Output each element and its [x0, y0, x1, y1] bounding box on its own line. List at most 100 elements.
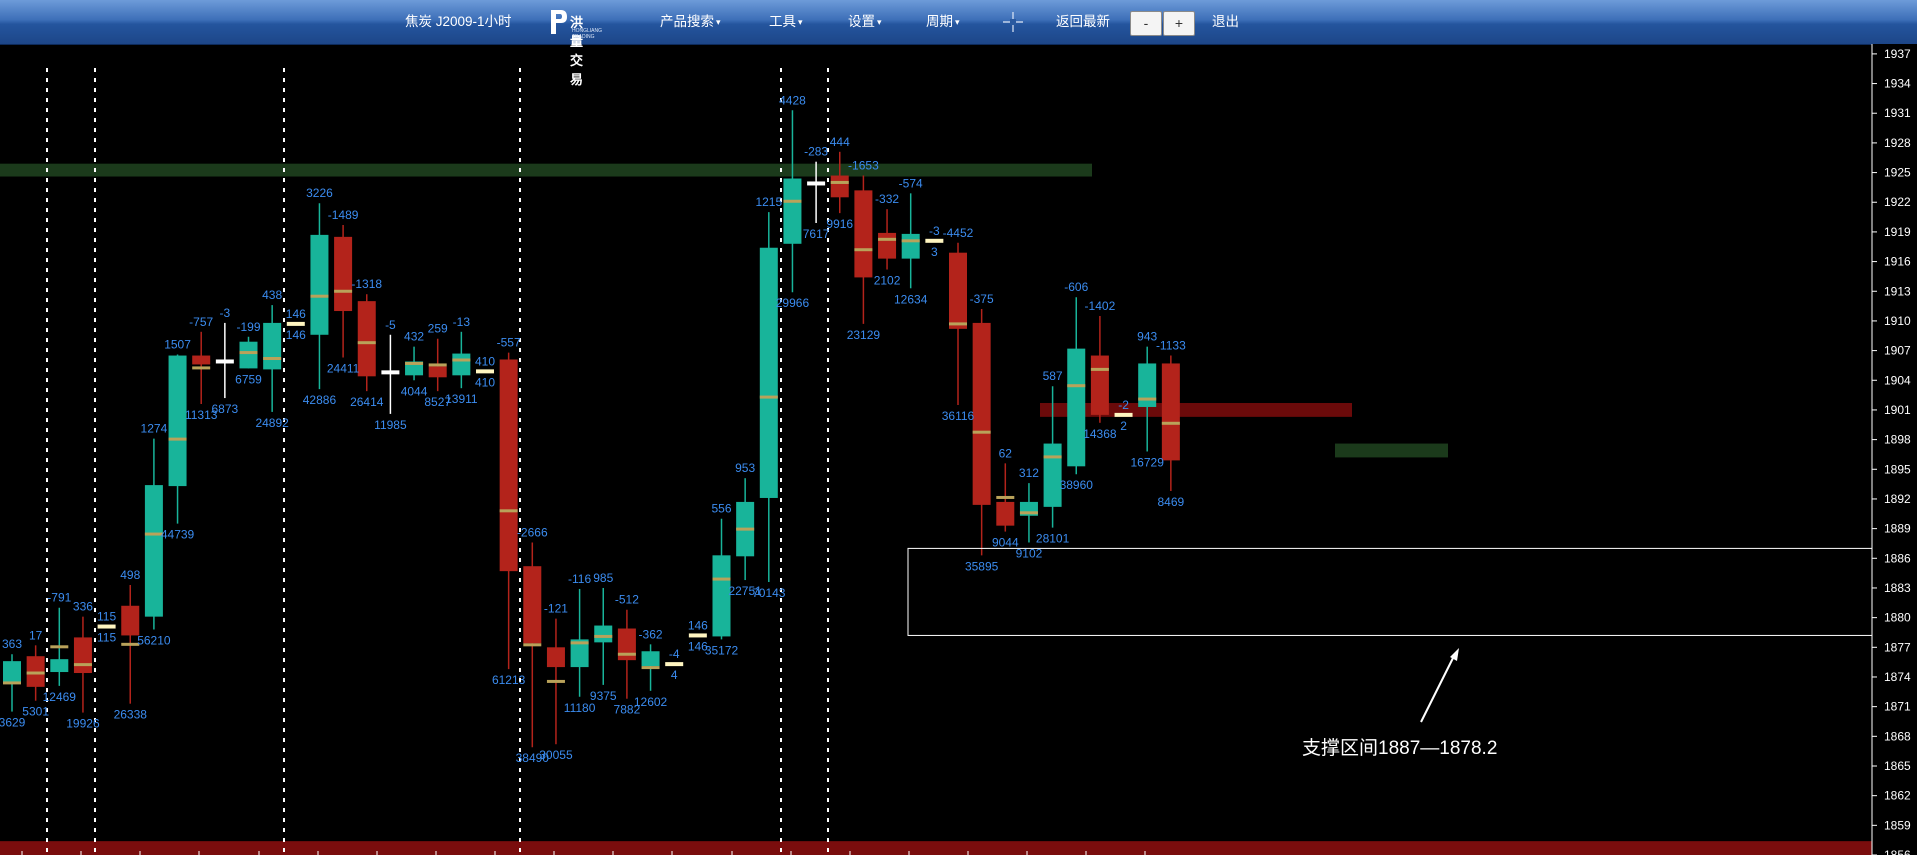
- zone-green: [1335, 443, 1448, 458]
- candle-body: [925, 238, 944, 243]
- candle: [901, 193, 920, 289]
- candle-marker: [523, 643, 542, 647]
- candle-body: [996, 501, 1015, 526]
- candle-body: [1067, 348, 1086, 467]
- candle-bottom-label: 6873: [211, 402, 238, 416]
- zoom-in-button[interactable]: +: [1163, 11, 1195, 36]
- candle-top-label: 115: [97, 610, 116, 624]
- candle-top-label: -13: [453, 315, 471, 329]
- back-to-latest-button[interactable]: 返回最新: [1056, 0, 1110, 44]
- candle-bottom-label: 12634: [894, 292, 928, 306]
- zone-bottom: [0, 841, 1872, 855]
- price-tick-label: 1868: [1884, 729, 1911, 743]
- candle-marker: [759, 395, 778, 399]
- price-tick-label: 1895: [1884, 462, 1911, 476]
- candle: [263, 305, 282, 412]
- candle: [783, 110, 802, 293]
- candle-top-label: -283: [804, 145, 828, 159]
- candle-body: [949, 252, 967, 329]
- candle-body: [594, 625, 613, 643]
- candle-bottom-label: 23129: [847, 328, 881, 342]
- logo-subtext: HONGLIANG TRADING: [572, 28, 603, 40]
- candle-body: [3, 661, 21, 683]
- menu-period[interactable]: 周期 ▾: [926, 0, 960, 44]
- candle-top-label: -121: [544, 602, 568, 616]
- candle-bottom-label: 12602: [634, 695, 668, 709]
- candle-top-label: 953: [735, 461, 755, 475]
- candle-body: [1114, 412, 1133, 417]
- candle: [239, 336, 258, 369]
- candle-marker: [334, 289, 353, 293]
- price-tick-label: 1925: [1884, 166, 1911, 180]
- candle-body: [688, 633, 707, 638]
- candle-marker: [1161, 421, 1180, 425]
- candle-marker: [736, 527, 755, 531]
- candle-top-label: -3: [929, 224, 940, 238]
- candle-top-label: -3: [220, 306, 231, 320]
- candle-marker: [1138, 397, 1157, 401]
- candle-marker: [168, 437, 187, 441]
- chevron-down-icon: ▾: [716, 17, 721, 27]
- candle-top-label: -1402: [1085, 299, 1116, 313]
- candle-top-label: 1215: [755, 195, 782, 209]
- candle-top-label: -2666: [517, 525, 548, 539]
- price-tick-label: 1859: [1884, 818, 1911, 832]
- price-tick-label: 1877: [1884, 640, 1911, 654]
- candle-body: [1090, 355, 1109, 415]
- candle-body: [878, 232, 897, 259]
- candle-top-label: 4428: [779, 93, 806, 107]
- zoom-out-button[interactable]: -: [1130, 11, 1162, 36]
- candle-bottom-label: 2: [1120, 419, 1127, 433]
- candle-body: [50, 659, 69, 673]
- candle-body: [759, 247, 778, 498]
- session-breaks: [46, 68, 829, 855]
- candle-bottom-label: 115: [97, 631, 116, 645]
- candle-body: [523, 566, 542, 644]
- price-tick-label: 1931: [1884, 106, 1911, 120]
- candle-marker: [405, 361, 424, 365]
- price-tick-label: 1892: [1884, 492, 1911, 506]
- candle-top-label: 1274: [141, 422, 168, 436]
- price-tick-label: 1910: [1884, 314, 1911, 328]
- price-tick-label: 1907: [1884, 344, 1911, 358]
- candle-top-label: 17: [29, 628, 43, 642]
- crosshair-icon[interactable]: [1002, 11, 1024, 33]
- candle-body: [476, 369, 494, 374]
- candle-bottom-label: 38960: [1060, 478, 1094, 492]
- candle: [381, 334, 400, 414]
- candlestick-chart[interactable]: 3633629175301-79112469336199261151154982…: [0, 44, 1917, 855]
- candle-marker: [854, 248, 873, 252]
- candle: [570, 588, 589, 697]
- candle-body: [73, 637, 92, 674]
- price-tick-label: 1886: [1884, 551, 1911, 565]
- candle: [428, 338, 447, 392]
- candle-marker: [50, 645, 69, 649]
- candle-body: [263, 322, 282, 370]
- price-tick-label: 1916: [1884, 255, 1911, 269]
- chevron-down-icon: ▾: [955, 17, 960, 27]
- candle-marker: [310, 294, 329, 298]
- candle: [641, 644, 660, 691]
- price-tick-label: 1862: [1884, 789, 1911, 803]
- price-tick-label: 1922: [1884, 195, 1911, 209]
- candle-top-label: -1489: [328, 208, 359, 222]
- candle-bottom-label: 13911: [445, 392, 478, 406]
- candle-bottom-label: 16729: [1131, 455, 1165, 469]
- candle-top-label: 1507: [164, 338, 191, 352]
- candle-marker: [641, 666, 660, 670]
- price-zones: [0, 163, 1872, 855]
- candle: [712, 518, 731, 640]
- menu-settings[interactable]: 设置 ▾: [848, 0, 882, 44]
- candle-bottom-label: 6759: [235, 372, 262, 386]
- candle-top-label: -557: [497, 336, 521, 350]
- menu-product-search[interactable]: 产品搜索 ▾: [660, 0, 721, 44]
- support-annotation: 支撑区间1887—1878.2: [1302, 738, 1498, 759]
- menu-tools[interactable]: 工具 ▾: [769, 0, 803, 44]
- candle-body: [972, 322, 991, 505]
- candle: [1090, 315, 1109, 423]
- price-tick-label: 1913: [1884, 284, 1911, 298]
- exit-button[interactable]: 退出: [1212, 0, 1239, 44]
- candle-top-label: -4: [669, 647, 680, 661]
- candle-bottom-label: 56210: [137, 634, 171, 648]
- candle-top-label: 498: [120, 568, 140, 582]
